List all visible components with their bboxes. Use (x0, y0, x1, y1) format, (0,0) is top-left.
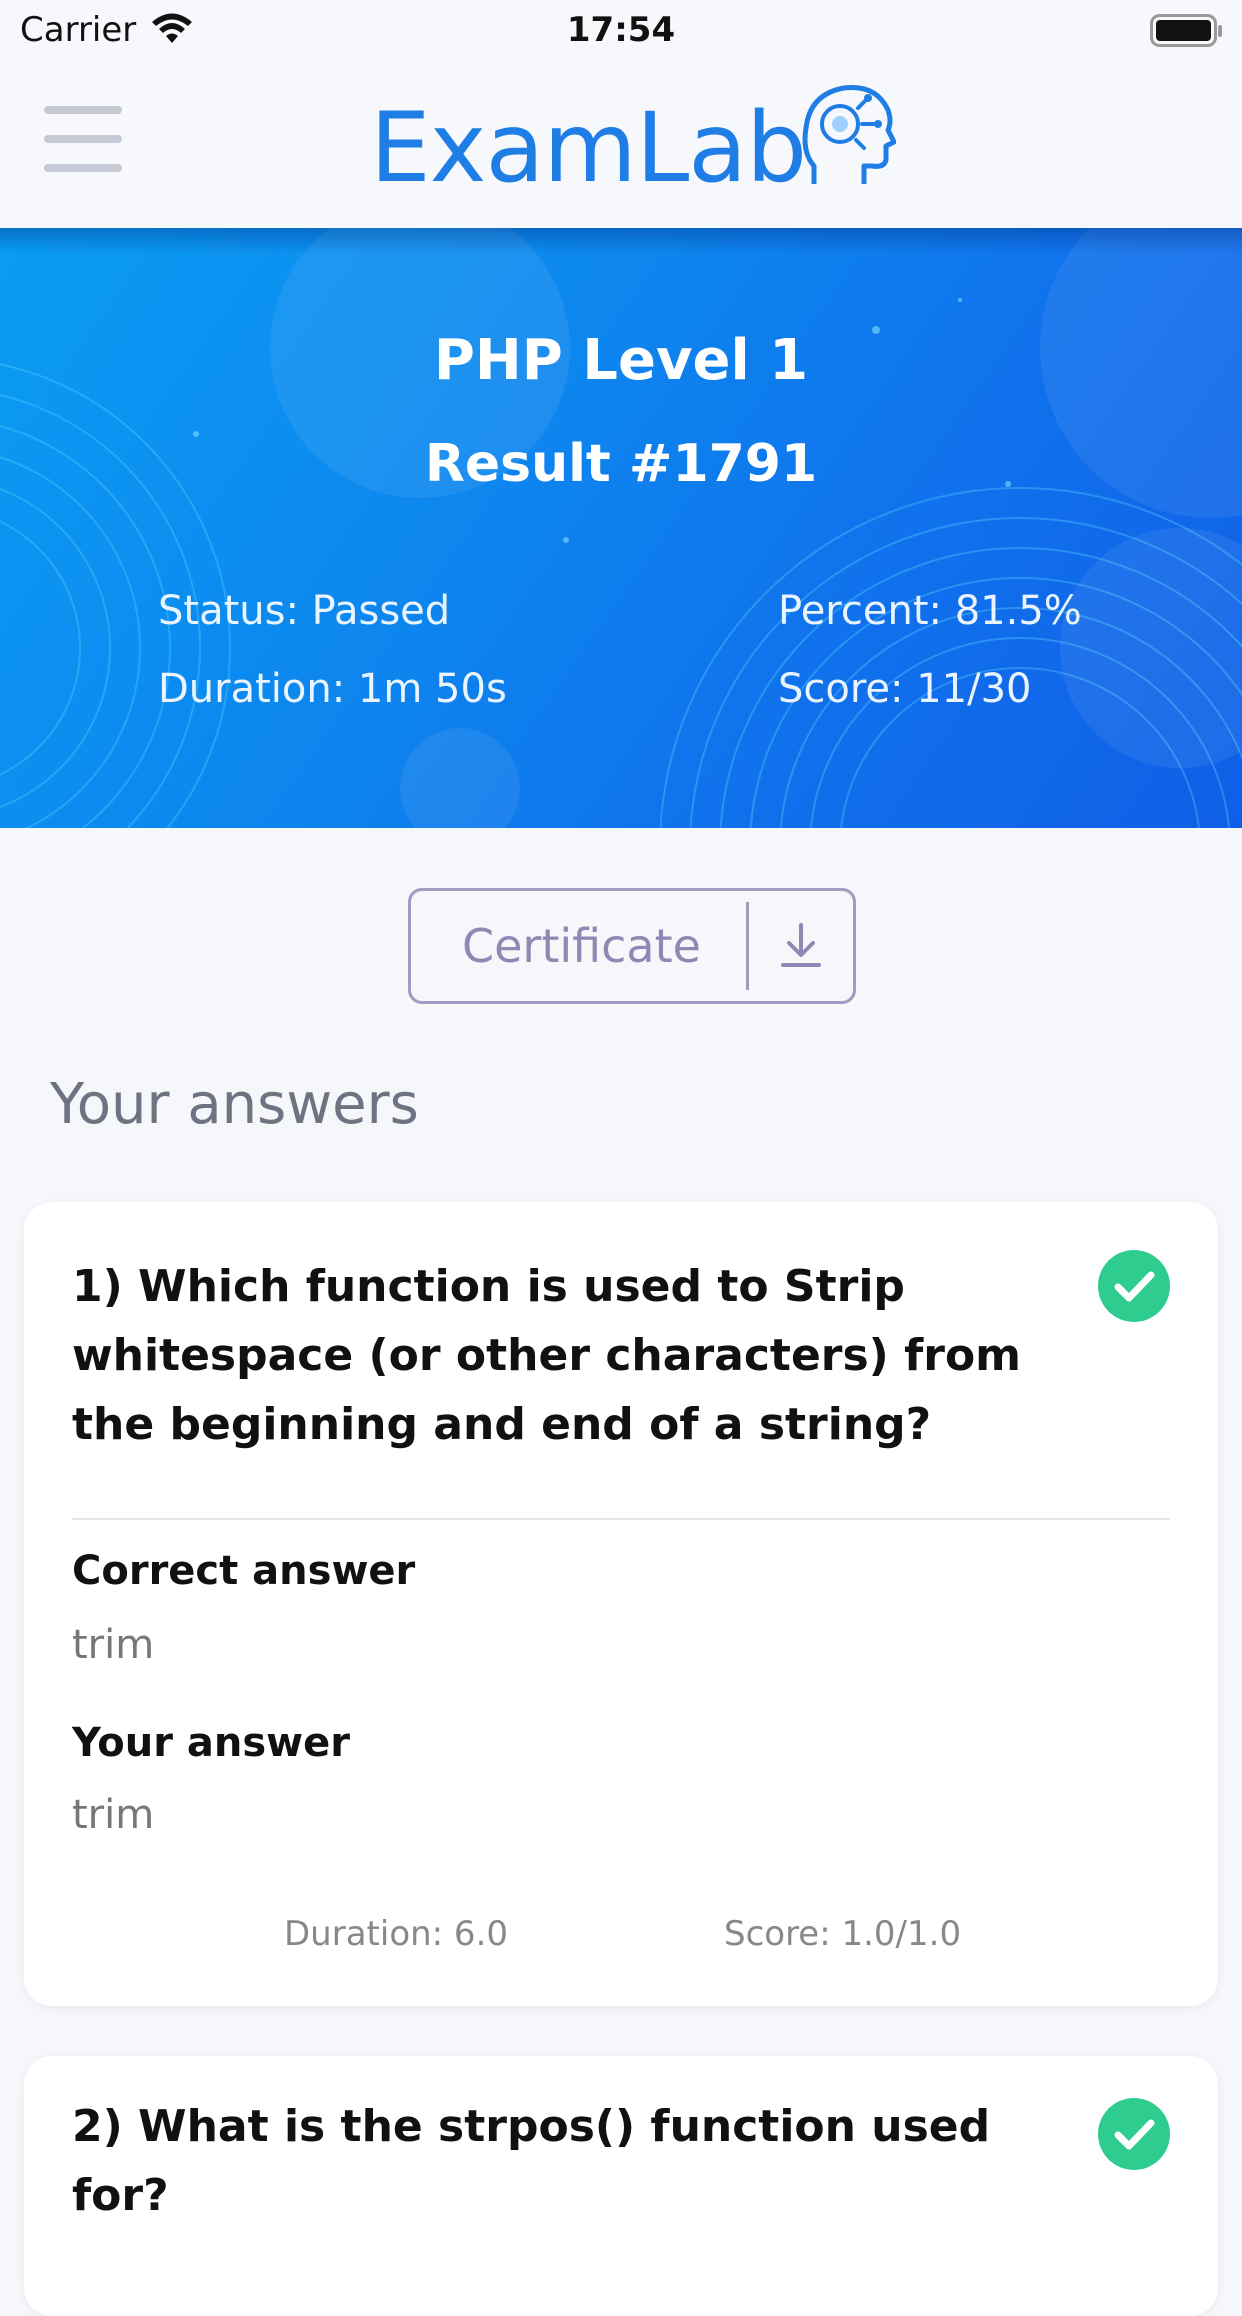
correct-answer-value: trim (72, 1622, 155, 1668)
your-answer-label: Your answer (72, 1720, 350, 1766)
answer-card: 2) What is the strpos() function used fo… (24, 2056, 1218, 2316)
result-banner: PHP Level 1 Result #1791 Status: Passed … (0, 228, 1242, 828)
download-icon (749, 921, 853, 971)
hamburger-menu-icon[interactable] (44, 106, 122, 172)
card-divider (72, 1518, 1170, 1520)
check-circle-icon (1098, 1250, 1170, 1322)
logo-text: ExamLab (370, 92, 807, 204)
your-answer-value: trim (72, 1792, 155, 1838)
answer-card: 1) Which function is used to Strip white… (24, 1202, 1218, 2006)
question-score: Score: 1.0/1.0 (724, 1914, 962, 1954)
question-text: 2) What is the strpos() function used fo… (72, 2101, 991, 2221)
question-duration: Duration: 6.0 (284, 1914, 509, 1954)
app-header: ExamLab (0, 62, 1242, 228)
certificate-label: Certificate (462, 919, 701, 973)
certificate-download-button[interactable]: Certificate (408, 888, 856, 1004)
brain-head-icon (802, 84, 897, 184)
status-bar: Carrier 17:54 (0, 0, 1242, 62)
status-time: 17:54 (566, 10, 676, 50)
exam-title: PHP Level 1 (433, 328, 809, 393)
correct-answer-label: Correct answer (72, 1548, 416, 1594)
result-percent: Percent: 81.5% (778, 588, 1082, 634)
banner-decoration (0, 228, 1242, 828)
result-score: Score: 11/30 (778, 666, 1032, 712)
question-text: 1) Which function is used to Strip white… (72, 1261, 1022, 1450)
your-answers-heading: Your answers (50, 1072, 419, 1137)
examlab-logo: ExamLab (370, 78, 897, 204)
result-duration: Duration: 1m 50s (158, 666, 507, 712)
check-circle-icon (1098, 2098, 1170, 2170)
result-status: Status: Passed (158, 588, 451, 634)
result-number: Result #1791 (424, 434, 818, 494)
battery-icon (1150, 14, 1222, 47)
